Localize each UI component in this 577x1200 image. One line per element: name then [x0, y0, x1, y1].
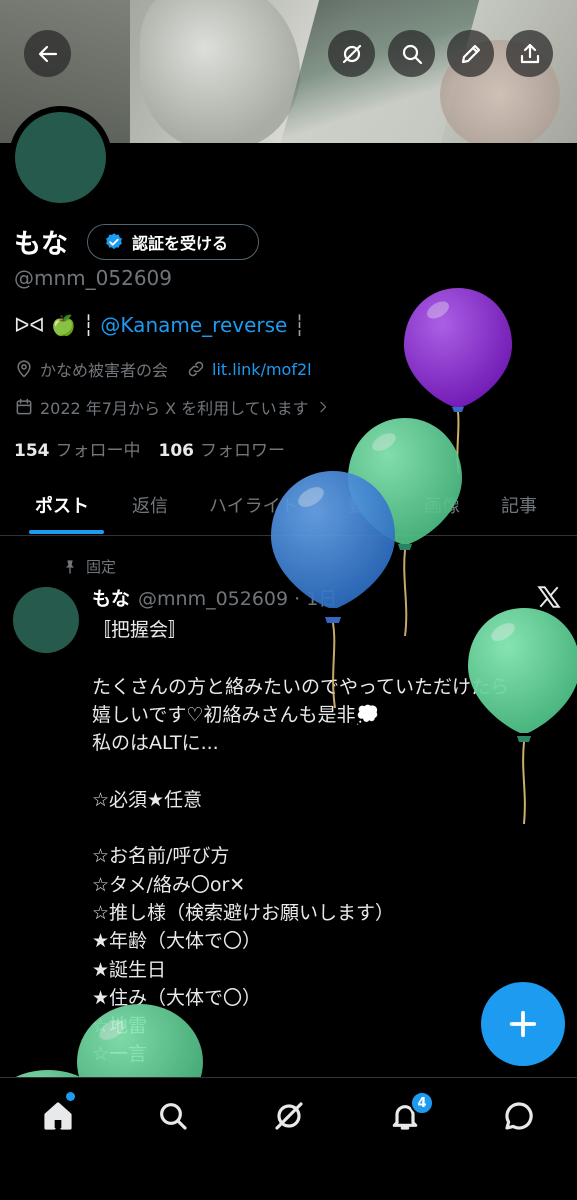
post-author-handle: @mnm_052609 · 1日	[138, 588, 338, 610]
share-icon	[520, 43, 539, 63]
profile-tabs: ポスト 返信 ハイライト 動画 画像 記事	[0, 478, 577, 536]
post-header: もな @mnm_052609 · 1日	[92, 584, 337, 611]
following-link[interactable]: 154 フォロー中	[14, 436, 141, 461]
balloon-purple	[404, 288, 512, 475]
post-author-avatar[interactable]	[13, 587, 79, 653]
tab-media[interactable]: 画像	[424, 492, 460, 518]
followers-label: フォロワー	[200, 441, 285, 461]
bottom-navigation: 4	[0, 1077, 577, 1200]
active-tab-indicator	[29, 530, 104, 534]
nav-search[interactable]	[153, 1096, 193, 1136]
grok-icon	[342, 44, 361, 63]
get-verified-button[interactable]: 認証を受ける	[87, 224, 259, 260]
followers-count: 106	[158, 441, 195, 461]
compose-post-button[interactable]	[481, 982, 565, 1066]
following-count: 154	[14, 441, 50, 461]
back-arrow-icon	[38, 45, 57, 62]
search-button[interactable]	[388, 30, 435, 77]
bio-text: ᐅᐊ 🍏 ┆	[14, 313, 95, 337]
link-icon	[188, 361, 204, 377]
followers-link[interactable]: 106 フォロワー	[159, 436, 286, 461]
chat-icon	[505, 1102, 533, 1130]
profile-joined-date: 2022 年7月から X を利用しています	[40, 399, 309, 418]
home-new-indicator	[66, 1092, 75, 1101]
verified-badge-icon	[106, 233, 122, 250]
grok-icon	[275, 1102, 303, 1130]
profile-location: かなめ被害者の会	[40, 361, 169, 380]
plus-icon	[509, 1010, 537, 1038]
chevron-right-icon	[320, 401, 326, 413]
tab-highlights[interactable]: ハイライト	[209, 492, 299, 518]
bio-mention-link[interactable]: @Kaname_reverse	[100, 313, 287, 337]
nav-home[interactable]	[38, 1096, 78, 1136]
tab-articles[interactable]: 記事	[501, 492, 537, 518]
search-icon	[160, 1103, 187, 1130]
profile-handle: @mnm_052609	[14, 266, 172, 290]
pinned-indicator: 固定	[62, 556, 116, 577]
notifications-badge: 4	[410, 1091, 434, 1115]
profile-bio: ᐅᐊ 🍏 ┆ @Kaname_reverse ┆	[14, 313, 305, 337]
profile-joined-row[interactable]: 2022 年7月から X を利用しています	[14, 395, 331, 419]
profile-name: もな	[14, 229, 68, 260]
share-button[interactable]	[506, 30, 553, 77]
location-icon	[17, 360, 31, 378]
tab-replies[interactable]: 返信	[132, 492, 168, 518]
profile-stats: 154 フォロー中 106 フォロワー	[14, 436, 285, 461]
grok-button[interactable]	[328, 30, 375, 77]
back-button[interactable]	[24, 30, 71, 77]
pin-icon	[66, 559, 74, 574]
nav-messages[interactable]	[499, 1096, 539, 1136]
x-logo-icon[interactable]	[536, 584, 562, 610]
post-author-name[interactable]: もな	[92, 584, 130, 611]
pencil-icon	[461, 44, 480, 63]
tab-videos[interactable]: 動画	[348, 492, 384, 518]
nav-grok[interactable]	[269, 1096, 309, 1136]
profile-meta-row: かなめ被害者の会 lit.link/mof2l	[14, 357, 312, 381]
search-icon	[402, 44, 422, 64]
calendar-icon	[16, 398, 32, 415]
bio-suffix: ┆	[293, 313, 306, 337]
home-icon	[44, 1102, 72, 1130]
edit-button[interactable]	[447, 30, 494, 77]
tab-posts[interactable]: ポスト	[35, 492, 89, 518]
pinned-label: 固定	[86, 558, 117, 576]
profile-website-link[interactable]: lit.link/mof2l	[212, 360, 312, 379]
get-verified-label: 認証を受ける	[132, 234, 229, 253]
profile-avatar[interactable]	[15, 112, 106, 203]
following-label: フォロー中	[55, 441, 141, 461]
